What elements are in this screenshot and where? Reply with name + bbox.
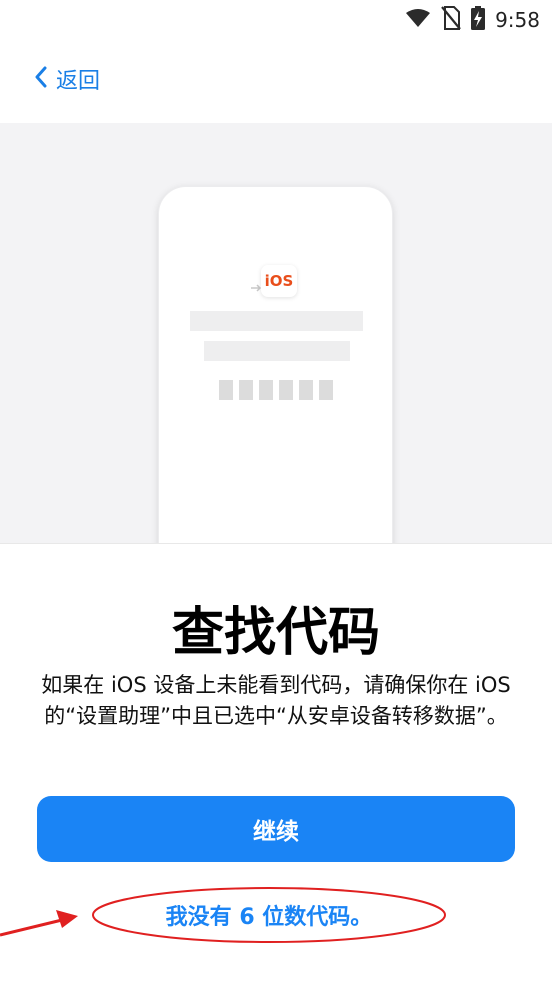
placeholder-bar <box>204 341 350 361</box>
no-code-label: 我没有 6 位数代码。 <box>165 905 373 930</box>
code-placeholder <box>219 380 333 400</box>
chevron-left-icon <box>34 66 48 92</box>
ios-badge-text: iOS <box>264 272 294 290</box>
wifi-icon <box>405 8 431 32</box>
code-digit-box <box>259 380 273 400</box>
continue-button[interactable]: 继续 <box>37 796 515 862</box>
ios-app-badge: iOS <box>261 265 297 297</box>
status-icons: 9:58 <box>405 6 540 34</box>
code-digit-box <box>239 380 253 400</box>
page-title: 查找代码 <box>171 603 380 663</box>
description-text: 如果在 iOS 设备上未能看到代码，请确保你在 iOS 的“设置助理”中且已选中… <box>41 673 511 728</box>
continue-label: 继续 <box>253 819 299 845</box>
status-bar: 9:58 <box>0 0 552 40</box>
illustration: iOS <box>0 123 552 543</box>
no-sim-icon <box>441 6 461 34</box>
code-digit-box <box>279 380 293 400</box>
code-digit-box <box>319 380 333 400</box>
code-digit-box <box>219 380 233 400</box>
no-code-link[interactable]: 我没有 6 位数代码。 <box>92 890 446 940</box>
phone-illustration: iOS <box>158 186 393 543</box>
battery-charging-icon <box>471 6 486 34</box>
status-time: 9:58 <box>495 8 540 32</box>
placeholder-bar <box>190 311 363 331</box>
code-digit-box <box>299 380 313 400</box>
back-label: 返回 <box>56 69 101 94</box>
back-button[interactable]: 返回 <box>34 62 100 96</box>
